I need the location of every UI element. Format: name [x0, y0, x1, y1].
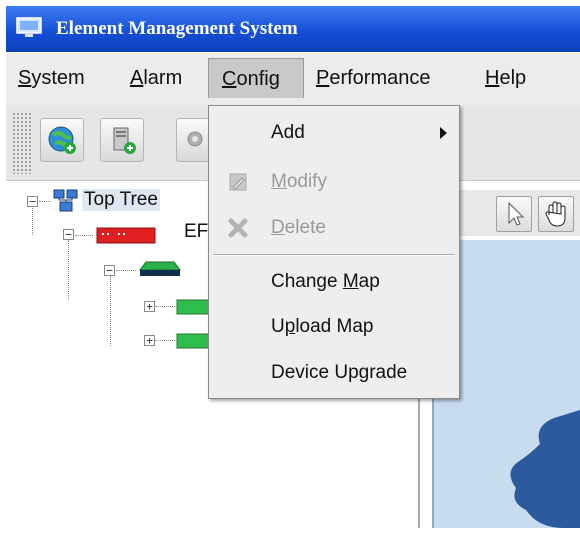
menu-system[interactable]: System: [16, 58, 104, 98]
menu-item-upload-map[interactable]: Upload Map: [209, 305, 459, 349]
toolbar-grip[interactable]: [12, 112, 32, 174]
menu-item-delete-label: Delete: [271, 217, 326, 239]
menu-help-rest: elp: [499, 67, 527, 89]
change-map-label-rest: ap: [358, 271, 380, 292]
menu-item-add[interactable]: Add: [209, 111, 459, 155]
collapse-root-icon[interactable]: −: [27, 196, 38, 207]
tree-connector: [110, 276, 111, 346]
green-device-icon: [176, 333, 210, 349]
menu-separator: [213, 254, 455, 256]
menu-performance[interactable]: Performance: [316, 58, 466, 98]
menu-performance-rest: erformance: [329, 67, 431, 89]
menu-help-mnemonic: H: [485, 67, 500, 89]
server-add-icon: [113, 127, 136, 154]
device-upgrade-label-pre: Device Upgrade: [271, 362, 408, 383]
hand-pan-icon: [545, 201, 566, 227]
menu-item-change-map-label: Change Map: [271, 271, 380, 293]
red-device-icon: [96, 227, 156, 244]
tree-connector: [32, 205, 33, 235]
pan-hand-button[interactable]: [538, 196, 574, 232]
globe-add-icon: [48, 126, 76, 154]
change-map-label-pre: Change: [271, 271, 343, 292]
add-device-button[interactable]: [100, 118, 144, 162]
collapse-node-icon[interactable]: −: [104, 265, 115, 276]
tree-node-root-label[interactable]: Top Tree: [82, 189, 160, 211]
upload-map-label-rest: load Map: [295, 316, 374, 337]
modify-pencil-icon: [229, 173, 247, 191]
menu-config[interactable]: Config: [208, 58, 304, 98]
menu-item-device-upgrade-label: Device Upgrade: [271, 362, 407, 384]
tree-node-device-label[interactable]: EF: [184, 221, 208, 243]
network-tree-icon: [53, 189, 78, 212]
switch-icon: [139, 261, 181, 276]
title-bar[interactable]: Element Management System: [6, 6, 580, 52]
menu-system-mnemonic: S: [18, 67, 32, 89]
menu-config-rest: onfig: [236, 68, 280, 90]
tree-connector: [116, 270, 136, 271]
expand-node-icon[interactable]: +: [144, 335, 155, 346]
menu-config-mnemonic: C: [222, 68, 237, 90]
menu-item-change-map[interactable]: Change Map: [209, 260, 459, 304]
upload-map-label-pre: U: [271, 316, 285, 337]
delete-x-icon: [228, 218, 248, 238]
collapse-node-icon[interactable]: −: [63, 229, 74, 240]
menu-item-modify-label: Modify: [271, 171, 327, 193]
menu-system-rest: ystem: [31, 67, 85, 89]
menu-help[interactable]: Help: [485, 58, 545, 98]
tree-connector: [39, 201, 51, 202]
menu-alarm-mnemonic: A: [130, 67, 144, 89]
gear-icon: [187, 131, 203, 147]
menu-alarm[interactable]: Alarm: [130, 58, 200, 98]
upload-map-label-mnemonic: p: [284, 316, 296, 337]
app-window: Element Management System System Alarm C…: [0, 0, 580, 528]
app-monitor-icon: [16, 17, 42, 37]
select-pointer-button[interactable]: [496, 196, 532, 232]
window-title: Element Management System: [56, 18, 298, 39]
menu-item-add-label: Add: [271, 122, 305, 144]
green-device-icon: [176, 299, 210, 315]
modify-label-rest: odify: [286, 171, 327, 192]
tree-connector: [155, 306, 175, 307]
menu-performance-mnemonic: P: [316, 67, 330, 89]
expand-node-icon[interactable]: +: [144, 301, 155, 312]
submenu-arrow-icon: [440, 127, 447, 139]
delete-label-mnemonic: D: [271, 217, 285, 238]
change-map-label-mnemonic: M: [342, 271, 359, 292]
delete-label-rest: elete: [284, 217, 326, 238]
add-globe-button[interactable]: [40, 118, 84, 162]
menu-item-modify[interactable]: Modify: [209, 160, 459, 204]
menu-item-upload-map-label: Upload Map: [271, 316, 373, 338]
menu-item-device-upgrade[interactable]: Device Upgrade: [209, 351, 459, 395]
config-dropdown-menu: Add Modify Delete Change Map Upload Map …: [208, 105, 460, 399]
menu-item-delete[interactable]: Delete: [209, 206, 459, 250]
settings-button[interactable]: [176, 118, 210, 162]
tree-connector: [75, 235, 93, 236]
tree-connector: [155, 340, 175, 341]
menu-alarm-rest: larm: [143, 67, 183, 89]
cursor-arrow-icon: [508, 201, 525, 226]
tree-connector: [68, 240, 69, 300]
add-label-rest: Add: [271, 122, 305, 143]
modify-label-mnemonic: M: [271, 171, 287, 192]
